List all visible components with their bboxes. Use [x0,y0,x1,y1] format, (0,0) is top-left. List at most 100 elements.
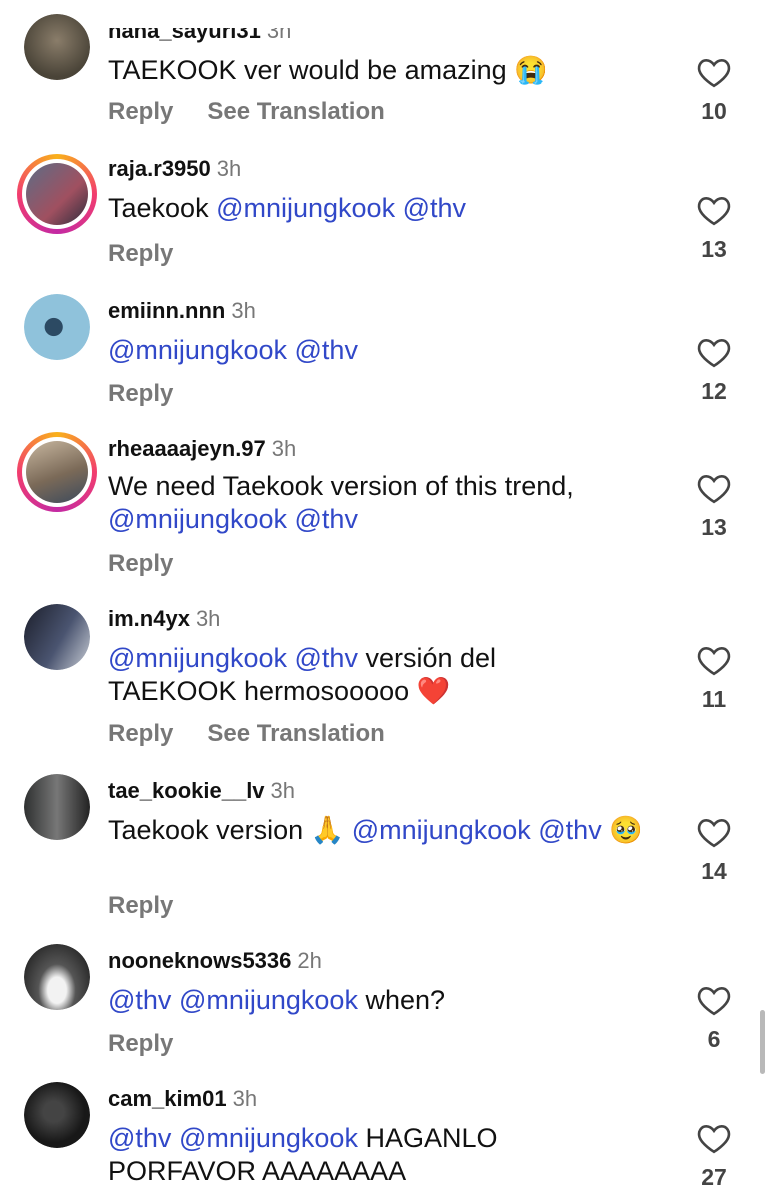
comment-text-segment: when? [357,985,446,1015]
comment-actions: Reply [108,1030,207,1058]
like-control[interactable]: 27 [690,1122,738,1191]
mention-link[interactable]: @mnijungkook [108,335,287,365]
comment-username[interactable]: emiinn.nnn 3h [108,298,256,324]
avatar-story-ring[interactable] [17,154,97,234]
like-control[interactable]: 13 [690,194,738,263]
comment-text: We need Taekook version of this trend, @… [108,470,648,536]
comment-text-segment [395,193,403,223]
mention-link[interactable]: @mnijungkook [352,815,531,845]
mention-link[interactable]: @mnijungkook [108,504,287,534]
like-count: 14 [701,858,727,884]
reply-button[interactable]: Reply [108,892,173,919]
reply-button[interactable]: Reply [108,240,173,267]
comment-text-segment [287,504,295,534]
comment-username[interactable]: rheaaaajeyn.97 3h [108,436,296,462]
comment-text: @thv @mnijungkook HAGANLO PORFAVOR AAAAA… [108,1122,568,1188]
like-control[interactable]: 11 [690,644,738,713]
see-translation-button[interactable]: See Translation [207,98,384,125]
comment-text-segment [171,1123,179,1153]
comment-text: TAEKOOK ver would be amazing 😭 [108,54,668,87]
avatar-story-ring[interactable] [17,432,97,512]
comment-text-segment: ❤️ [416,676,451,706]
comment-username[interactable]: raja.r3950 3h [108,156,241,182]
comment-actions: Reply [108,892,207,920]
comment-actions: Reply [108,550,207,578]
mention-link[interactable]: @thv [295,335,358,365]
scrollbar[interactable] [760,1010,765,1074]
see-translation-button[interactable]: See Translation [207,720,384,747]
comment-text-segment: 🙏 [310,815,345,845]
heart-outline-icon[interactable] [696,472,732,504]
heart-outline-icon[interactable] [696,336,732,368]
comment-time: 2h [297,948,322,973]
mention-link[interactable]: @mnijungkook [179,985,358,1015]
comment-text-segment: Taekook version [108,815,311,845]
like-count: 12 [701,378,727,404]
comment-text: @mnijungkook @thv [108,334,668,367]
like-count: 13 [701,236,727,262]
mention-link[interactable]: @thv [295,643,358,673]
reply-button[interactable]: Reply [108,380,173,407]
like-control[interactable]: 13 [690,472,738,541]
mention-link[interactable]: @mnijungkook [179,1123,358,1153]
comment-time: 3h [232,1086,258,1111]
comment-username[interactable]: im.n4yx 3h [108,606,220,632]
comment-text-segment [171,985,179,1015]
avatar[interactable] [24,604,90,670]
reply-button[interactable]: Reply [108,720,173,747]
comment-username[interactable]: tae_kookie__lv 3h [108,778,295,804]
comment-text: Taekook @mnijungkook @thv [108,192,668,225]
like-count: 10 [701,98,727,124]
like-control[interactable]: 14 [690,816,738,885]
comment-username[interactable]: nooneknows5336 2h [108,948,322,974]
comment-time: 3h [195,606,221,631]
comment-time: 3h [231,298,256,323]
comment-text-segment [344,815,352,845]
heart-outline-icon[interactable] [696,194,732,226]
comment-text-segment: 🥹 [601,815,643,845]
comment-actions: Reply See Translation [108,98,419,126]
like-count: 11 [701,686,727,712]
heart-outline-icon[interactable] [696,1122,732,1154]
avatar[interactable] [24,14,90,80]
mention-link[interactable]: @mnijungkook [108,643,287,673]
like-control[interactable]: 6 [690,984,738,1053]
mention-link[interactable]: @thv [295,504,358,534]
comment-text-segment: We need Taekook version of this trend, [108,471,574,501]
comment-text: @mnijungkook @thv versión del TAEKOOK he… [108,642,548,708]
heart-outline-icon[interactable] [696,644,732,676]
heart-outline-icon[interactable] [696,56,732,88]
avatar[interactable] [24,294,90,360]
comment-actions: Reply See Translation [108,720,419,748]
mention-link[interactable]: @thv [403,193,466,223]
comment-text-segment: 😭 [514,55,548,85]
heart-outline-icon[interactable] [696,816,732,848]
comment-text: @thv @mnijungkook when? [108,984,668,1017]
comment-username[interactable]: cam_kim01 3h [108,1086,257,1112]
comment-text: Taekook version 🙏 @mnijungkook @thv 🥹 [108,814,668,847]
comment-text-segment [287,643,295,673]
mention-link[interactable]: @thv [538,815,601,845]
reply-button[interactable]: Reply [108,550,173,577]
comment-text-segment: TAEKOOK ver would be amazing [108,55,515,85]
comment-username[interactable]: nana_sayuri31 3h [108,18,292,44]
like-control[interactable]: 10 [690,56,738,125]
like-count: 6 [707,1026,721,1052]
comment-time: 3h [270,778,296,803]
mention-link[interactable]: @mnijungkook [216,193,395,223]
comment-actions: Reply [108,240,207,268]
like-control[interactable]: 12 [690,336,738,405]
comment-time: 3h [271,436,297,461]
mention-link[interactable]: @thv [108,1123,171,1153]
mention-link[interactable]: @thv [108,985,171,1015]
avatar[interactable] [24,774,90,840]
avatar[interactable] [24,1082,90,1148]
avatar[interactable] [24,944,90,1010]
reply-button[interactable]: Reply [108,98,173,125]
comment-time: 3h [216,156,242,181]
comment-time: 3h [266,18,292,43]
heart-outline-icon[interactable] [696,984,732,1016]
comment-actions: Reply [108,380,207,408]
reply-button[interactable]: Reply [108,1030,173,1057]
comment-text-segment: Taekook [108,193,217,223]
